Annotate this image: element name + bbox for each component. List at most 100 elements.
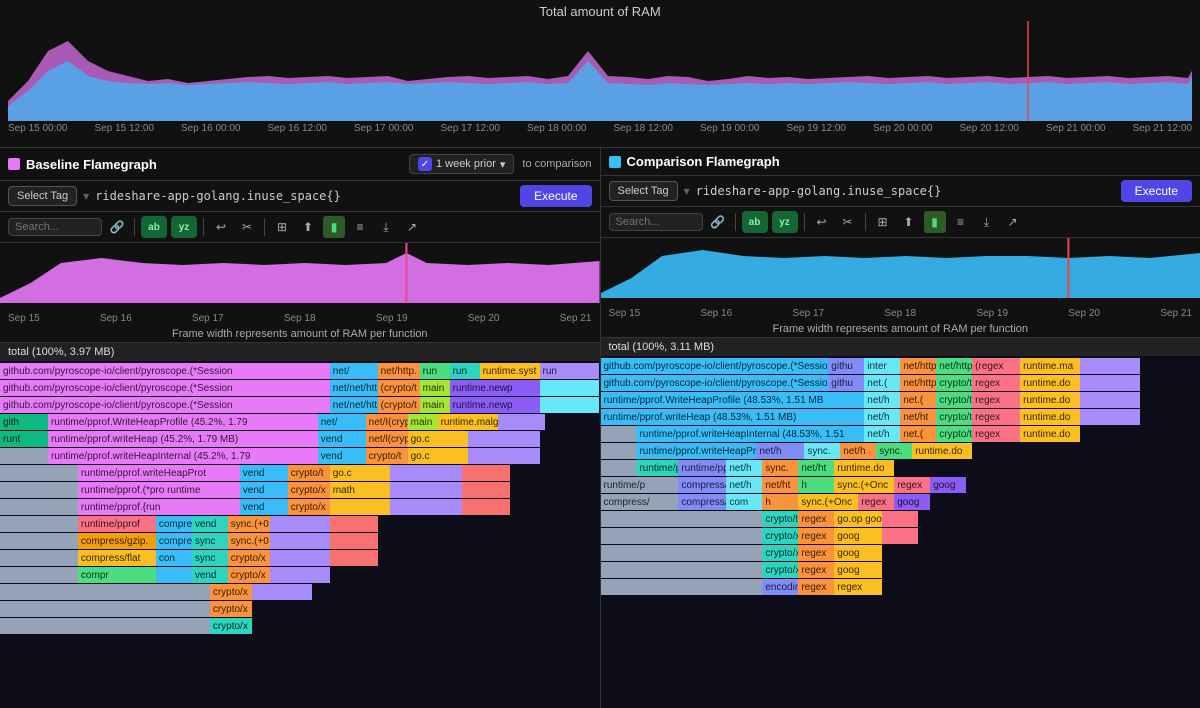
focus-icon[interactable]: ⤓ — [375, 216, 397, 238]
fg-block[interactable]: goog — [834, 545, 882, 561]
fg-block[interactable] — [462, 482, 510, 498]
fg-block[interactable]: compress — [156, 533, 192, 549]
fg-block[interactable] — [882, 511, 918, 527]
fg-block[interactable]: runtime/pprof.writeHeapProt — [78, 465, 240, 481]
fg-block[interactable] — [1080, 358, 1140, 374]
fg-block[interactable]: net/net/http. — [330, 397, 378, 413]
fg-block[interactable] — [601, 545, 763, 561]
fg-block[interactable]: math — [330, 482, 390, 498]
undo-icon[interactable]: ↩ — [811, 211, 833, 233]
fg-block[interactable]: crypto/x — [288, 499, 330, 515]
fg-block[interactable] — [252, 584, 312, 600]
fg-block[interactable]: sync.(+0 — [228, 533, 270, 549]
week-prior-badge[interactable]: ✓ 1 week prior ▾ — [409, 154, 514, 174]
fg-block[interactable] — [601, 443, 637, 459]
fg-block[interactable] — [330, 533, 378, 549]
fg-block[interactable]: crypto/x — [228, 567, 270, 583]
fg-block[interactable] — [330, 516, 378, 532]
fg-block[interactable] — [270, 567, 330, 583]
fg-block[interactable] — [462, 465, 510, 481]
sandwich-icon[interactable]: ≡ — [349, 216, 371, 238]
fg-block[interactable]: runtime/pprof.writeHeap (45.2%, 1.79 MB) — [48, 431, 318, 447]
sandwich-icon[interactable]: ≡ — [950, 211, 972, 233]
fg-block[interactable]: regex — [972, 392, 1020, 408]
fg-block[interactable]: runtime/pprof.writeHeap (48.53%, 1.51 MB… — [601, 409, 865, 425]
fg-block[interactable] — [601, 528, 763, 544]
fg-block[interactable] — [0, 550, 78, 566]
fg-block[interactable]: sync.(+0 — [228, 516, 270, 532]
fg-block[interactable]: runtime.do — [834, 460, 894, 476]
fg-block[interactable]: crypto/tls — [936, 409, 972, 425]
fg-block[interactable]: net/http. — [936, 358, 972, 374]
fg-block[interactable]: githu — [828, 358, 864, 374]
fg-block[interactable] — [498, 414, 546, 430]
fg-block[interactable]: runtime.do — [1020, 409, 1080, 425]
fg-block[interactable]: runtime/pprof — [636, 460, 678, 476]
fg-block[interactable]: runtime.do — [912, 443, 972, 459]
fg-block[interactable]: compress/gzip. — [78, 533, 156, 549]
fg-block[interactable]: crypto/x50 — [762, 528, 798, 544]
fg-block[interactable]: sync — [192, 550, 228, 566]
fg-block[interactable]: vend — [192, 567, 228, 583]
week-checkbox[interactable]: ✓ — [418, 157, 432, 171]
fg-block[interactable]: net/h — [726, 460, 762, 476]
fg-block[interactable]: h — [798, 477, 834, 493]
fg-block[interactable]: crypto/x — [210, 584, 252, 600]
fg-block[interactable]: vend — [192, 516, 228, 532]
fg-block[interactable] — [0, 482, 78, 498]
fg-block[interactable]: go.c — [408, 448, 468, 464]
baseline-select-tag-button[interactable]: Select Tag — [8, 186, 77, 206]
fg-block[interactable]: run — [540, 363, 600, 379]
fg-block[interactable]: github.com/pyroscope-io/client/pyroscope… — [0, 397, 330, 413]
fg-block[interactable]: crypto/t — [366, 448, 408, 464]
fg-block[interactable]: (crypto/t — [378, 380, 420, 396]
fg-block[interactable]: com — [726, 494, 762, 510]
fg-block[interactable]: h — [762, 494, 798, 510]
fg-block[interactable]: github.com/pyroscope-io/client/pyroscope… — [601, 358, 829, 374]
fg-block[interactable]: run — [450, 363, 480, 379]
fg-block[interactable]: go.c — [408, 431, 468, 447]
fg-block[interactable]: sync.(+Onc — [798, 494, 858, 510]
fg-block[interactable]: net.( — [864, 375, 900, 391]
fg-block[interactable]: goog — [834, 562, 882, 578]
baseline-search-input[interactable] — [15, 221, 95, 233]
fg-block[interactable]: crypto/t — [288, 465, 330, 481]
baseline-search-box[interactable] — [8, 218, 102, 236]
ab-icon[interactable]: ab — [742, 211, 768, 233]
fg-block[interactable] — [540, 397, 600, 413]
fg-block[interactable]: vend — [240, 499, 288, 515]
fg-block[interactable] — [270, 533, 330, 549]
fg-block[interactable] — [0, 499, 78, 515]
fg-block[interactable]: goog — [894, 494, 930, 510]
fg-block[interactable]: main — [408, 414, 438, 430]
fg-block[interactable]: (regex — [972, 358, 1020, 374]
fg-block[interactable] — [330, 499, 390, 515]
fg-block[interactable]: net/h — [756, 443, 804, 459]
fg-block[interactable]: crypto/tls — [936, 375, 972, 391]
fg-block[interactable]: goog — [930, 477, 966, 493]
comparison-query-input[interactable] — [696, 184, 1115, 198]
fg-block[interactable]: runtime.do — [1020, 392, 1080, 408]
fg-block[interactable]: encoding/p — [762, 579, 798, 595]
fg-block[interactable] — [390, 482, 462, 498]
fg-block[interactable]: compress/flate. — [678, 494, 726, 510]
baseline-query-input[interactable] — [95, 189, 514, 203]
fg-block[interactable] — [462, 499, 510, 515]
fg-block[interactable]: runtime/pprof.WriteHeapProfile (45.2%, 1… — [48, 414, 318, 430]
fg-block[interactable]: runtime/pprof — [78, 516, 156, 532]
undo-icon[interactable]: ↩ — [210, 216, 232, 238]
fg-block[interactable]: compr — [78, 567, 156, 583]
fg-block[interactable]: runtime/pprof.{run — [78, 499, 240, 515]
fg-block[interactable]: sync — [192, 533, 228, 549]
fg-block[interactable] — [1080, 392, 1140, 408]
fg-block[interactable]: net/http — [900, 358, 936, 374]
fg-block[interactable] — [156, 567, 192, 583]
fg-block[interactable]: runt — [0, 431, 48, 447]
fg-block[interactable] — [1080, 409, 1140, 425]
fg-block[interactable]: runtime.do — [1020, 375, 1080, 391]
fg-block[interactable]: regex — [798, 562, 834, 578]
fg-block[interactable]: sync.(+Onc — [834, 477, 894, 493]
fg-block[interactable] — [1080, 375, 1140, 391]
fg-block[interactable] — [601, 426, 637, 442]
fg-block[interactable]: crypto/x — [210, 601, 252, 617]
